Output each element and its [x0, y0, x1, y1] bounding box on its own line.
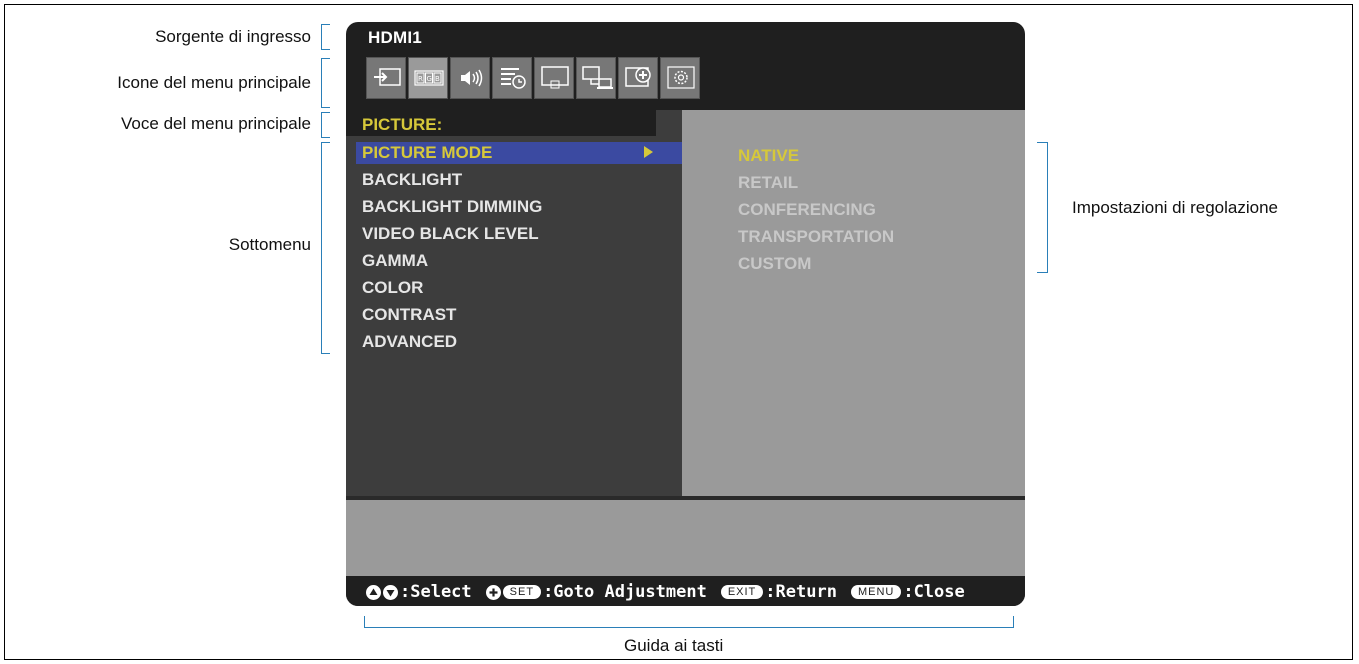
audio-icon[interactable] [450, 57, 490, 99]
info-panel [346, 500, 1025, 576]
plus-icon [485, 584, 501, 600]
label-input-source: Sorgente di ingresso [155, 27, 311, 46]
option-native[interactable]: NATIVE [738, 146, 799, 166]
key-close-text: :Close [903, 582, 965, 602]
bracket-input-source [321, 24, 330, 50]
exit-key-badge: EXIT [720, 585, 764, 599]
option-transportation[interactable]: TRANSPORTATION [738, 227, 894, 247]
key-guide: :Select SET :Goto Adjustment EXIT :Retur… [366, 582, 965, 602]
bracket-main-menu-icons [321, 58, 330, 108]
set-key-badge: SET [502, 585, 542, 599]
submenu-item-picture-mode[interactable]: PICTURE MODE [362, 143, 492, 163]
label-submenu: Sottomenu [228, 235, 311, 254]
option-conferencing[interactable]: CONFERENCING [738, 200, 876, 220]
adjustment-panel [682, 110, 1025, 496]
osd-menu: HDMI1 RGB PICTURE: PICTURE MODE BACKLIGH… [346, 22, 1025, 606]
key-select-text: :Select [400, 582, 472, 602]
submenu-item-advanced[interactable]: ADVANCED [362, 332, 457, 352]
option-custom[interactable]: CUSTOM [738, 254, 811, 274]
svg-text:G: G [427, 75, 432, 83]
input-source-label: HDMI1 [368, 28, 422, 47]
bracket-main-menu-item [321, 112, 330, 138]
multi-display-icon[interactable] [576, 57, 616, 99]
down-arrow-icon [383, 584, 398, 600]
main-menu-item: PICTURE: [362, 115, 443, 134]
submenu-item-backlight[interactable]: BACKLIGHT [362, 170, 462, 190]
submenu-item-gamma[interactable]: GAMMA [362, 251, 428, 271]
schedule-icon[interactable] [492, 57, 532, 99]
submenu-item-color[interactable]: COLOR [362, 278, 423, 298]
submenu-item-contrast[interactable]: CONTRAST [362, 305, 456, 325]
bracket-key-guide [364, 616, 1014, 628]
label-main-menu-item: Voce del menu principale [121, 114, 311, 133]
display-icon[interactable] [534, 57, 574, 99]
main-menu-icon-bar: RGB [366, 57, 700, 99]
settings-icon[interactable] [660, 57, 700, 99]
submenu-item-video-black-level[interactable]: VIDEO BLACK LEVEL [362, 224, 539, 244]
rgb-icon[interactable]: RGB [408, 57, 448, 99]
submenu-arrow-icon [644, 146, 653, 158]
key-goto-text: :Goto Adjustment [543, 582, 707, 602]
up-arrow-icon [366, 584, 381, 600]
input-icon[interactable] [366, 57, 406, 99]
menu-key-badge: MENU [850, 585, 902, 599]
svg-text:B: B [435, 75, 440, 83]
bracket-adjustment-settings [1037, 142, 1048, 273]
label-key-guide: Guida ai tasti [624, 636, 724, 655]
svg-text:R: R [418, 75, 423, 83]
option-retail[interactable]: RETAIL [738, 173, 798, 193]
bracket-submenu [321, 142, 330, 354]
submenu-item-backlight-dimming[interactable]: BACKLIGHT DIMMING [362, 197, 542, 217]
label-adjustment-settings: Impostazioni di regolazione [1072, 198, 1279, 217]
key-return-text: :Return [765, 582, 837, 602]
protect-icon[interactable] [618, 57, 658, 99]
label-main-menu-icons: Icone del menu principale [117, 73, 311, 92]
